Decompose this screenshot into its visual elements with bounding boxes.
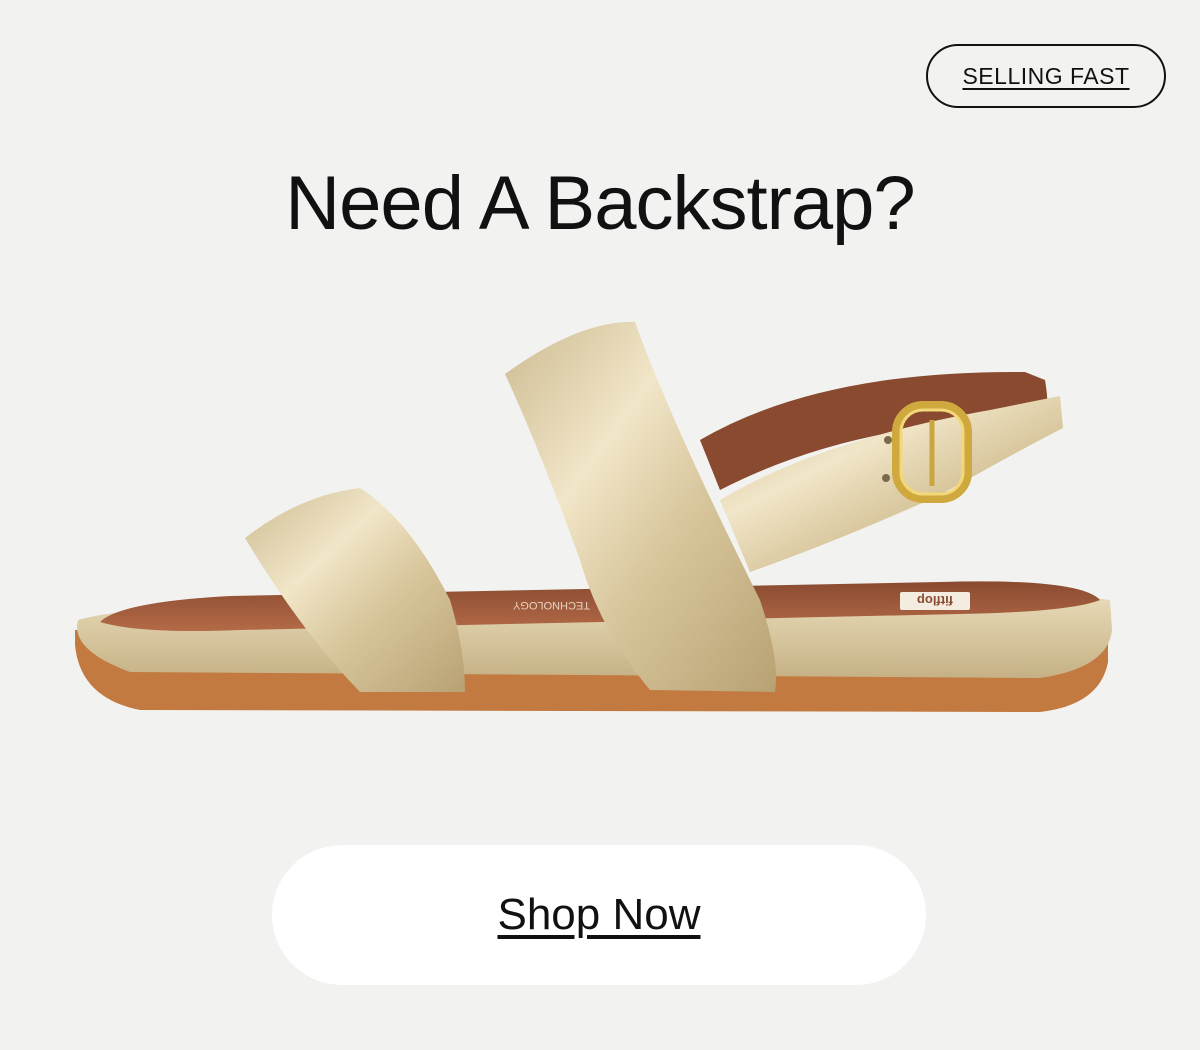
selling-fast-badge[interactable]: SELLING FAST bbox=[926, 44, 1166, 108]
insole-technology-text: TECHNOLOGY bbox=[512, 599, 590, 611]
page-title: Need A Backstrap? bbox=[285, 161, 915, 246]
insole-logo-text: fitflop bbox=[917, 593, 953, 608]
sandal-product-image[interactable]: TECHNOLOGY fitflop bbox=[60, 300, 1140, 760]
shop-now-button[interactable]: Shop Now bbox=[272, 845, 926, 985]
